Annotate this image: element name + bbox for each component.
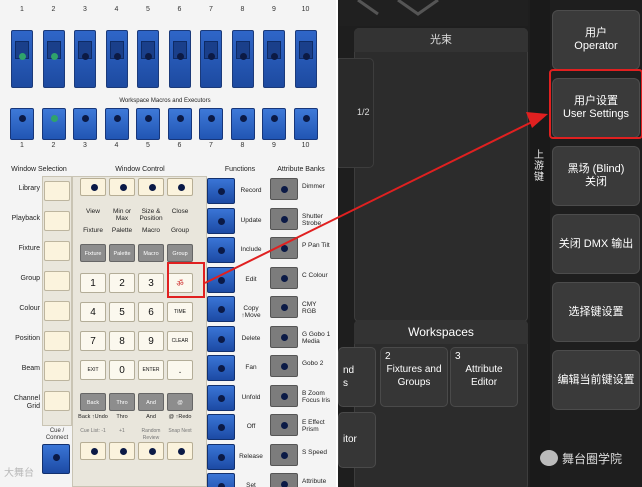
- annotation-arrow-icon: [204, 112, 548, 284]
